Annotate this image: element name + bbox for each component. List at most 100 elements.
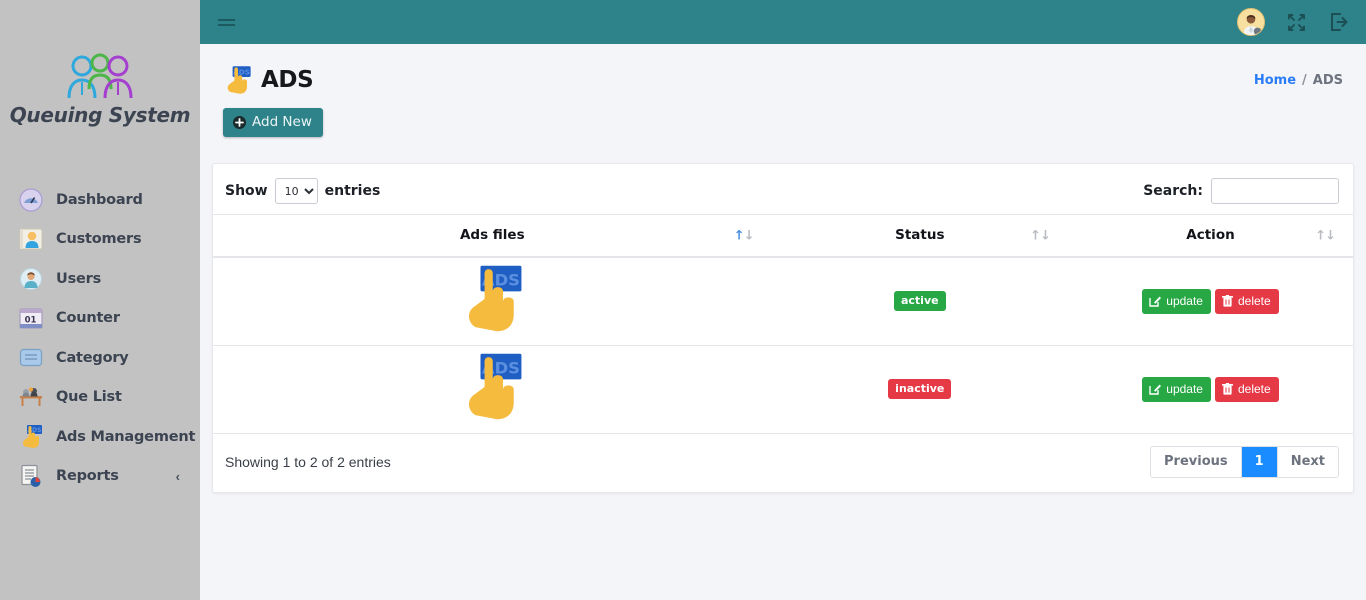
show-label: Show: [225, 183, 268, 199]
pagination-next[interactable]: Next: [1277, 446, 1338, 477]
cell-action: update delete: [1067, 345, 1353, 434]
cell-ads-file: ADS: [213, 257, 772, 346]
table-row: ADS inactive update delete: [213, 345, 1353, 434]
add-new-button[interactable]: Add New: [223, 108, 323, 137]
trash-icon: [1221, 294, 1233, 307]
pagination-previous[interactable]: Previous: [1151, 446, 1242, 477]
sidebar-item-ads-management[interactable]: ADS Ads Management: [0, 417, 200, 457]
brand-name: Queuing System: [9, 103, 191, 127]
update-button[interactable]: update: [1142, 288, 1211, 314]
que-list-icon: [18, 384, 44, 410]
status-badge: inactive: [888, 379, 952, 399]
main-content: ADS ADS Home / ADS Add New Show 10 25 50…: [200, 44, 1366, 600]
sort-updown-icon[interactable]: ↑↓: [734, 228, 755, 243]
ads-hand-image[interactable]: ADS: [460, 351, 524, 423]
update-button[interactable]: update: [1142, 376, 1211, 402]
cell-ads-file: ADS: [213, 345, 772, 434]
svg-text:01: 01: [25, 316, 37, 326]
column-header-action[interactable]: Action ↑↓: [1067, 214, 1353, 258]
sidebar-item-users[interactable]: Users: [0, 259, 200, 299]
sidebar-item-counter[interactable]: 01 Counter: [0, 299, 200, 339]
ads-table-card: Show 10 25 50 100 entries Search: Ads fi…: [212, 163, 1354, 493]
status-badge: active: [893, 291, 946, 312]
column-header-status[interactable]: Status ↑↓: [771, 214, 1068, 258]
search-input[interactable]: [1211, 178, 1339, 204]
delete-button[interactable]: delete: [1214, 376, 1279, 402]
edit-square-icon: [1149, 296, 1162, 307]
table-head: Ads files ↑↓ Status ↑↓ Action ↑↓: [213, 214, 1353, 258]
sidebar-item-label: Users: [56, 270, 102, 287]
user-avatar-icon[interactable]: [1237, 8, 1265, 36]
sidebar: Queuing System Dashboard Customers Users…: [0, 0, 200, 600]
delete-button[interactable]: delete: [1214, 288, 1279, 314]
page-header: ADS ADS Home / ADS: [200, 44, 1366, 98]
search-label: Search:: [1143, 183, 1203, 199]
column-label: Action: [1186, 227, 1235, 243]
sidebar-item-dashboard[interactable]: Dashboard: [0, 180, 200, 220]
expand-arrows-icon[interactable]: [1287, 13, 1306, 32]
column-label: Ads files: [459, 227, 525, 243]
add-new-label: Add New: [252, 114, 312, 130]
category-icon: [18, 345, 44, 371]
plus-circle-icon: [233, 115, 246, 129]
table-header-row: Ads files ↑↓ Status ↑↓ Action ↑↓: [213, 214, 1353, 258]
sidebar-item-customers[interactable]: Customers: [0, 220, 200, 260]
search-group: Search:: [1143, 178, 1339, 204]
delete-label: delete: [1237, 293, 1271, 308]
datatable-controls: Show 10 25 50 100 entries Search:: [213, 164, 1353, 214]
breadcrumb: Home / ADS: [1254, 73, 1343, 88]
topbar-actions: [1237, 8, 1366, 36]
update-label: update: [1166, 381, 1203, 396]
pagination: Previous 1 Next: [1150, 445, 1339, 478]
table-info: Showing 1 to 2 of 2 entries: [225, 453, 391, 470]
sidebar-item-reports[interactable]: Reports ‹: [0, 457, 200, 497]
entries-length-select[interactable]: 10 25 50 100: [274, 178, 318, 204]
column-header-ads-files[interactable]: Ads files ↑↓: [213, 214, 772, 258]
delete-label: delete: [1237, 381, 1271, 396]
three-people-icon: [67, 53, 133, 99]
chevron-left-icon[interactable]: ‹: [176, 469, 180, 484]
sidebar-item-label: Ads Management: [56, 428, 196, 445]
sidebar-item-que-list[interactable]: Que List: [0, 378, 200, 418]
brand-logo[interactable]: Queuing System: [0, 0, 200, 180]
sidebar-item-label: Dashboard: [56, 191, 143, 208]
hamburger-icon[interactable]: [210, 18, 248, 26]
ads-hand-image[interactable]: ADS: [460, 263, 524, 335]
page-title: ADS: [261, 67, 314, 93]
topbar: [200, 0, 1366, 44]
hamburger-bar: [218, 18, 235, 21]
customers-icon: [18, 226, 44, 252]
counter-calendar-icon: 01: [18, 305, 44, 331]
sort-updown-icon[interactable]: ↑↓: [1030, 228, 1051, 243]
hamburger-bar: [218, 23, 235, 26]
action-buttons: update delete: [1068, 288, 1353, 314]
table-row: ADS active update delete: [213, 257, 1353, 346]
update-label: update: [1166, 293, 1203, 308]
datatable-footer: Showing 1 to 2 of 2 entries Previous 1 N…: [213, 434, 1353, 492]
sidebar-item-label: Counter: [56, 310, 120, 327]
sort-updown-icon[interactable]: ↑↓: [1315, 228, 1336, 243]
sidebar-item-label: Customers: [56, 231, 142, 248]
table-body: ADS active update delete ADS inactive up…: [213, 257, 1353, 434]
sidebar-item-label: Que List: [56, 389, 122, 406]
action-buttons: update delete: [1068, 376, 1353, 402]
ads-hand-icon: ADS: [227, 66, 251, 94]
sidebar-item-category[interactable]: Category: [0, 338, 200, 378]
reports-icon: [18, 463, 44, 489]
column-label: Status: [895, 227, 945, 243]
ads-table: Ads files ↑↓ Status ↑↓ Action ↑↓ ADS act…: [213, 214, 1353, 434]
cell-action: update delete: [1067, 257, 1353, 346]
entries-label: entries: [324, 183, 381, 199]
breadcrumb-home-link[interactable]: Home: [1254, 73, 1296, 88]
dashboard-icon: [18, 187, 44, 213]
edit-square-icon: [1149, 384, 1162, 395]
sidebar-item-label: Reports: [56, 468, 119, 485]
page-title-group: ADS ADS: [223, 65, 314, 95]
users-icon: [18, 266, 44, 292]
ads-hand-icon: ADS: [18, 424, 44, 450]
pagination-page-1[interactable]: 1: [1241, 446, 1278, 477]
cell-status: active: [771, 257, 1068, 346]
cell-status: inactive: [771, 345, 1068, 434]
breadcrumb-current: ADS: [1312, 72, 1343, 88]
logout-icon[interactable]: [1328, 12, 1348, 32]
